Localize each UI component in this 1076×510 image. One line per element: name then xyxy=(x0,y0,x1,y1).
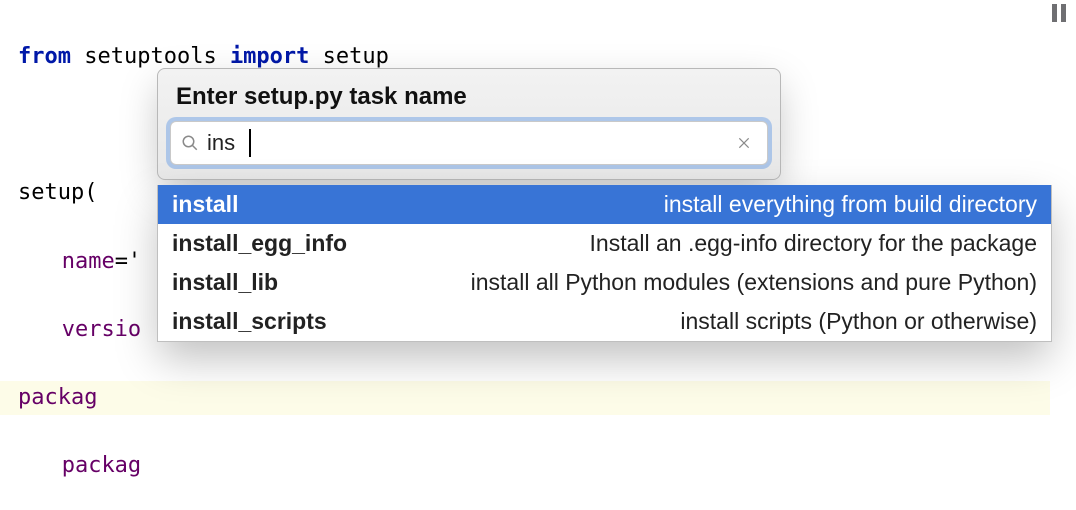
popup-title: Enter setup.py task name xyxy=(170,79,768,121)
suggestion-item[interactable]: install_lib install all Python modules (… xyxy=(158,263,1051,302)
search-input-wrap[interactable] xyxy=(170,121,768,165)
suggestion-name: install_scripts xyxy=(172,308,327,335)
suggestion-name: install_lib xyxy=(172,269,278,296)
text-caret xyxy=(249,129,251,157)
suggestion-desc: install everything from build directory xyxy=(664,191,1037,218)
suggestion-item[interactable]: install install everything from build di… xyxy=(158,185,1051,224)
suggestion-item[interactable]: install_egg_info Install an .egg-info di… xyxy=(158,224,1051,263)
suggestion-desc: install scripts (Python or otherwise) xyxy=(680,308,1037,335)
search-icon xyxy=(181,134,199,152)
suggestion-name: install_egg_info xyxy=(172,230,347,257)
suggestion-desc: install all Python modules (extensions a… xyxy=(471,269,1037,296)
search-input[interactable] xyxy=(199,129,731,157)
suggestion-name: install xyxy=(172,191,238,218)
clear-button[interactable] xyxy=(731,130,757,156)
suggestion-desc: Install an .egg-info directory for the p… xyxy=(590,230,1037,257)
code-line: packag xyxy=(0,381,1050,415)
suggestion-item[interactable]: install_scripts install scripts (Python … xyxy=(158,302,1051,341)
suggestion-list: install install everything from build di… xyxy=(157,185,1052,342)
task-name-popup: Enter setup.py task name xyxy=(157,68,781,180)
code-line: packag xyxy=(18,449,1068,483)
